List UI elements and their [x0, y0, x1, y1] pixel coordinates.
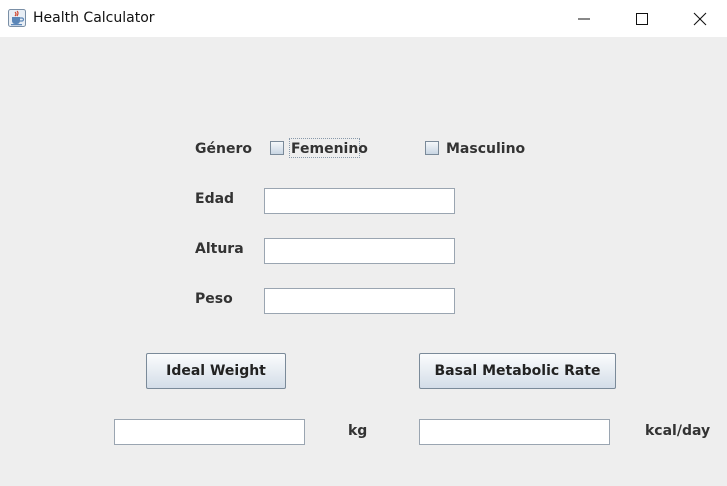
peso-field[interactable] — [264, 288, 455, 314]
altura-field[interactable] — [264, 238, 455, 264]
genero-label: Género — [195, 141, 252, 157]
altura-label: Altura — [195, 241, 244, 257]
ideal-weight-button[interactable]: Ideal Weight — [146, 353, 286, 389]
kcal-unit-label: kcal/day — [645, 423, 711, 439]
edad-field[interactable] — [264, 188, 455, 214]
basal-metabolic-rate-button[interactable]: Basal Metabolic Rate — [419, 353, 616, 389]
masculino-checkbox[interactable] — [425, 141, 439, 155]
peso-label: Peso — [195, 291, 233, 307]
femenino-label[interactable]: Femenino — [291, 141, 368, 157]
maximize-icon — [636, 13, 648, 25]
minimize-icon — [578, 18, 590, 20]
masculino-label[interactable]: Masculino — [446, 141, 525, 157]
bmr-result-field[interactable] — [419, 419, 610, 445]
femenino-checkbox[interactable] — [270, 141, 284, 155]
title-bar: Health Calculator — [0, 0, 727, 37]
minimize-button[interactable] — [555, 0, 613, 37]
kg-unit-label: kg — [348, 423, 368, 439]
window-title: Health Calculator — [33, 10, 155, 26]
close-button[interactable] — [671, 0, 727, 37]
java-cup-icon — [8, 9, 26, 27]
close-icon — [693, 12, 707, 26]
ideal-weight-result-field[interactable] — [114, 419, 305, 445]
edad-label: Edad — [195, 191, 235, 207]
maximize-button[interactable] — [613, 0, 671, 37]
